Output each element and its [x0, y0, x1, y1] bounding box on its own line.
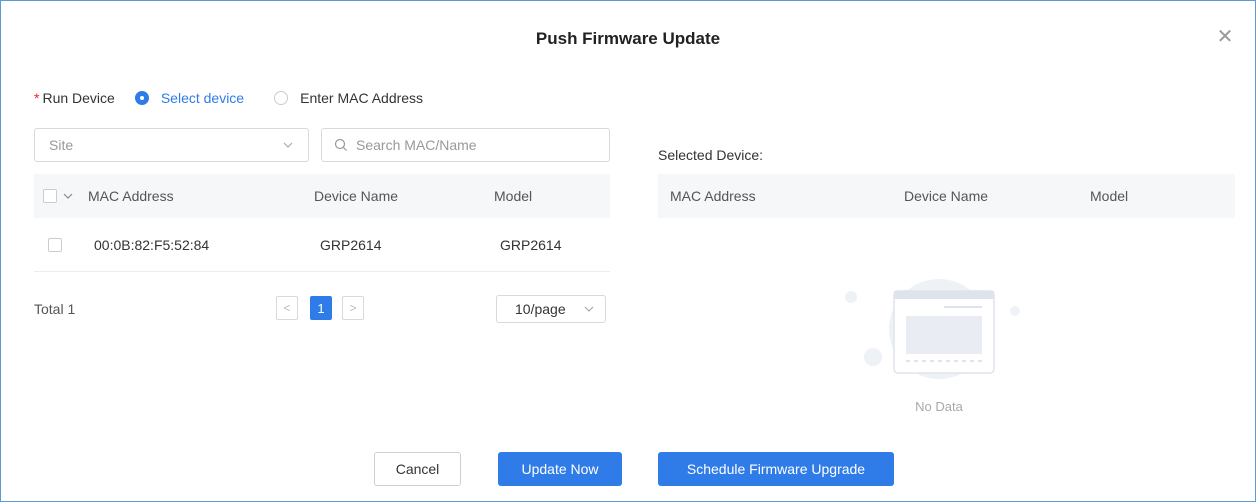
page-1-button[interactable]: 1	[310, 296, 332, 320]
radio-unselected-icon	[274, 91, 289, 105]
table-header: MAC Address Device Name Model	[34, 174, 610, 218]
next-page-button[interactable]: >	[342, 296, 364, 320]
search-input[interactable]	[356, 137, 596, 153]
col-header-model: Model	[494, 188, 533, 204]
run-device-label: Run Device	[42, 90, 115, 106]
radio-selected-icon	[134, 91, 149, 105]
no-data-text: No Data	[915, 399, 963, 414]
dialog-title: Push Firmware Update	[535, 29, 721, 48]
cell-model: GRP2614	[500, 236, 562, 253]
total-count: Total 1	[34, 301, 76, 317]
radio-select-device[interactable]: Select device	[134, 90, 245, 106]
cancel-button[interactable]: Cancel	[374, 452, 461, 486]
table-row[interactable]: 00:0B:82:F5:52:84 GRP2614 GRP2614	[34, 218, 610, 272]
close-icon[interactable]: ✕	[1215, 27, 1235, 47]
chevron-down-icon[interactable]	[61, 190, 75, 202]
chevron-down-icon	[584, 306, 594, 312]
cell-mac: 00:0B:82:F5:52:84	[94, 236, 210, 253]
col-header-model: Model	[1090, 188, 1129, 204]
run-device-row: * Run Device Select device Enter MAC Add…	[34, 87, 453, 109]
col-header-mac: MAC Address	[88, 188, 174, 204]
device-table: MAC Address Device Name Model 00:0B:82:F…	[34, 174, 610, 272]
cell-device-name: GRP2614	[320, 236, 382, 253]
site-select-placeholder: Site	[49, 137, 74, 153]
site-select[interactable]: Site	[34, 128, 309, 162]
selected-device-table: MAC Address Device Name Model	[658, 174, 1235, 218]
page-size-select[interactable]: 10/page	[496, 295, 606, 323]
required-mark: *	[34, 90, 40, 106]
col-header-device-name: Device Name	[904, 188, 989, 204]
prev-page-button[interactable]: <	[276, 296, 298, 320]
radio-select-device-label: Select device	[160, 90, 245, 106]
search-icon	[334, 138, 347, 151]
radio-enter-mac[interactable]: Enter MAC Address	[274, 90, 423, 106]
row-checkbox[interactable]	[48, 237, 62, 252]
empty-state: No Data	[839, 271, 1039, 421]
select-all-checkbox[interactable]	[43, 189, 57, 203]
selected-device-label: Selected Device:	[658, 147, 764, 163]
push-firmware-dialog: Push Firmware Update ✕ * Run Device Sele…	[0, 0, 1256, 502]
schedule-firmware-upgrade-button[interactable]: Schedule Firmware Upgrade	[658, 452, 894, 486]
col-header-mac: MAC Address	[670, 188, 756, 204]
radio-enter-mac-label: Enter MAC Address	[300, 90, 424, 106]
pagination: Total 1 < 1 > 10/page	[34, 294, 610, 324]
update-now-button[interactable]: Update Now	[498, 452, 622, 486]
search-box	[321, 128, 610, 162]
empty-box-icon	[845, 279, 1020, 379]
row-checkbox-cell	[34, 237, 94, 252]
selected-table-header: MAC Address Device Name Model	[658, 174, 1235, 218]
select-all-control[interactable]	[34, 189, 94, 203]
chevron-down-icon	[283, 142, 293, 148]
col-header-device-name: Device Name	[314, 188, 399, 204]
page-size-value: 10/page	[515, 301, 566, 317]
